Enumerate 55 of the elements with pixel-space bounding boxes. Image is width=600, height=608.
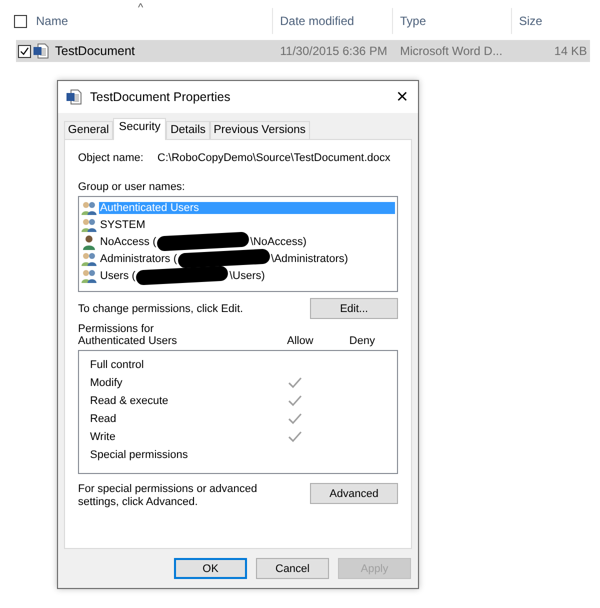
- permission-name: Read & execute: [90, 395, 170, 407]
- column-header[interactable]: Type: [400, 14, 426, 28]
- tab[interactable]: Details: [166, 121, 210, 139]
- group-label: Group or user names:: [78, 181, 186, 193]
- tab[interactable]: Security: [112, 118, 166, 140]
- allow-check-icon: [288, 413, 302, 425]
- object-name: C:\RoboCopyDemo\Source\TestDocument.docx: [157, 152, 390, 164]
- permission-name: Write: [90, 431, 116, 443]
- advanced-hint: For special permissions or advanced settings, click Advanced.: [78, 483, 258, 509]
- group-name[interactable]: Users (: [99, 270, 136, 282]
- allow-check-icon: [288, 431, 302, 443]
- group-list[interactable]: Authenticated Users SYSTEM NoAccess ( \NoAccess) Administrators ( \Administrators) Users ( \Users): [78, 196, 398, 292]
- permission-name: Modify: [90, 377, 124, 389]
- tab[interactable]: Previous Versions: [210, 121, 310, 139]
- group-name[interactable]: SYSTEM: [99, 218, 146, 230]
- user-group-icon: [81, 268, 97, 284]
- date-modified: 11/30/2015 6:36 PM: [280, 44, 388, 58]
- dialog-button[interactable]: Cancel: [256, 558, 329, 579]
- document-icon: [33, 43, 49, 59]
- edit-button[interactable]: Edit...: [310, 298, 398, 319]
- file-name: TestDocument: [55, 44, 135, 58]
- group-name[interactable]: NoAccess (: [99, 236, 158, 248]
- document-icon: [66, 89, 82, 105]
- group-name-suffix: \Users): [228, 270, 266, 282]
- select-all-checkbox[interactable]: [14, 14, 27, 28]
- user-group-icon: [81, 216, 97, 232]
- advanced-button[interactable]: Advanced: [310, 483, 398, 504]
- tab[interactable]: General: [64, 121, 113, 139]
- window-title: TestDocument Properties: [90, 90, 230, 104]
- dialog-button[interactable]: OK: [174, 558, 247, 579]
- group-name-suffix: \NoAccess): [249, 236, 308, 248]
- sort-indicator: ^: [138, 2, 144, 14]
- file-size: 14 KB: [554, 44, 587, 58]
- column-header[interactable]: Date modified: [280, 14, 354, 28]
- close-button[interactable]: ×: [396, 87, 408, 107]
- deny-heading: Deny: [349, 335, 375, 347]
- user-icon: [81, 234, 97, 250]
- allow-check-icon: [288, 377, 302, 389]
- column-header[interactable]: Name: [36, 14, 68, 28]
- user-group-icon: [81, 200, 97, 216]
- allow-heading: Allow: [287, 335, 314, 347]
- object-name-label: Object name:: [78, 152, 144, 164]
- column-header[interactable]: Size: [519, 14, 542, 28]
- row-checkbox[interactable]: [18, 44, 31, 58]
- user-group-icon: [81, 250, 97, 266]
- permission-name: Read: [90, 413, 118, 425]
- permission-name: Special permissions: [90, 449, 189, 461]
- allow-check-icon: [288, 395, 302, 407]
- group-name[interactable]: Administrators (: [99, 252, 178, 264]
- edit-hint: To change permissions, click Edit.: [78, 302, 244, 314]
- file-row[interactable]: TestDocument 11/30/2015 6:36 PM Microsoft Word D... 14 KB: [16, 40, 590, 62]
- permissions-label: Permissions for Authenticated Users: [78, 323, 178, 347]
- permission-name: Full control: [90, 359, 145, 371]
- group-name-suffix: \Administrators): [270, 252, 350, 264]
- file-type: Microsoft Word D...: [400, 44, 502, 58]
